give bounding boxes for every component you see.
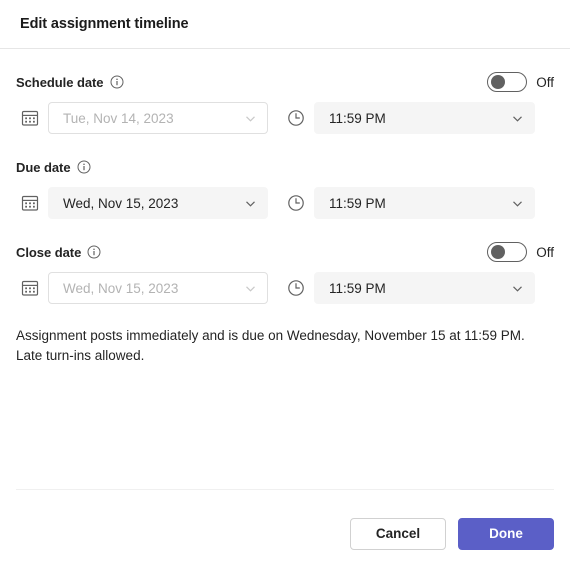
calendar-icon (16, 272, 44, 304)
schedule-date-controls: Tue, Nov 14, 2023 11:59 PM (16, 102, 554, 134)
close-date-picker[interactable]: Wed, Nov 15, 2023 (48, 272, 268, 304)
close-time-value: 11:59 PM (329, 280, 386, 296)
schedule-date-value: Tue, Nov 14, 2023 (63, 110, 174, 126)
close-date-toggle-label: Off (536, 244, 554, 260)
close-date-header: Close date Off (16, 241, 554, 263)
close-date-toggle[interactable] (487, 242, 528, 262)
chevron-down-icon (511, 112, 524, 125)
field-group-close-date: Close date Off Wed, Nov 15, 2023 11:59 P… (16, 241, 554, 304)
schedule-date-picker[interactable]: Tue, Nov 14, 2023 (48, 102, 268, 134)
close-date-label: Close date (16, 244, 82, 260)
info-icon[interactable] (110, 75, 124, 89)
summary-line-1: Assignment posts immediately and is due … (16, 328, 525, 343)
chevron-down-icon (511, 197, 524, 210)
schedule-date-toggle[interactable] (487, 72, 528, 92)
schedule-time-value: 11:59 PM (329, 110, 386, 126)
field-group-due-date: Due date Wed, Nov 15, 2023 11:59 PM (16, 156, 554, 219)
schedule-time-picker[interactable]: 11:59 PM (314, 102, 535, 134)
edit-assignment-timeline-dialog: Edit assignment timeline Schedule date O… (0, 0, 570, 577)
info-icon[interactable] (87, 245, 101, 259)
dialog-title: Edit assignment timeline (20, 16, 189, 32)
chevron-down-icon (244, 282, 257, 295)
due-date-controls: Wed, Nov 15, 2023 11:59 PM (16, 187, 554, 219)
close-date-controls: Wed, Nov 15, 2023 11:59 PM (16, 272, 554, 304)
chevron-down-icon (244, 112, 257, 125)
schedule-date-header: Schedule date Off (16, 71, 554, 93)
calendar-icon (16, 187, 44, 219)
summary-line-2: Late turn-ins allowed. (16, 348, 145, 363)
due-time-picker[interactable]: 11:59 PM (314, 187, 535, 219)
clock-icon (282, 187, 310, 219)
close-date-value: Wed, Nov 15, 2023 (63, 280, 179, 296)
schedule-date-toggle-wrap: Off (487, 71, 554, 93)
field-group-schedule-date: Schedule date Off Tue, Nov 14, 2023 11:5… (16, 71, 554, 134)
due-date-header: Due date (16, 156, 554, 178)
dialog-footer: Cancel Done (16, 489, 554, 577)
clock-icon (282, 272, 310, 304)
due-date-value: Wed, Nov 15, 2023 (63, 195, 179, 211)
dialog-header: Edit assignment timeline (0, 0, 570, 49)
due-date-label: Due date (16, 159, 71, 175)
due-time-value: 11:59 PM (329, 195, 386, 211)
chevron-down-icon (244, 197, 257, 210)
timeline-summary: Assignment posts immediately and is due … (16, 326, 554, 366)
schedule-date-toggle-label: Off (536, 74, 554, 90)
close-date-toggle-wrap: Off (487, 241, 554, 263)
schedule-date-label: Schedule date (16, 74, 104, 90)
cancel-button[interactable]: Cancel (350, 517, 446, 550)
calendar-icon (16, 102, 44, 134)
chevron-down-icon (511, 282, 524, 295)
toggle-knob (491, 75, 506, 89)
done-button[interactable]: Done (458, 517, 554, 550)
due-date-picker[interactable]: Wed, Nov 15, 2023 (48, 187, 268, 219)
close-time-picker[interactable]: 11:59 PM (314, 272, 535, 304)
info-icon[interactable] (77, 160, 91, 174)
toggle-knob (491, 245, 506, 259)
clock-icon (282, 102, 310, 134)
dialog-body: Schedule date Off Tue, Nov 14, 2023 11:5… (0, 49, 570, 489)
